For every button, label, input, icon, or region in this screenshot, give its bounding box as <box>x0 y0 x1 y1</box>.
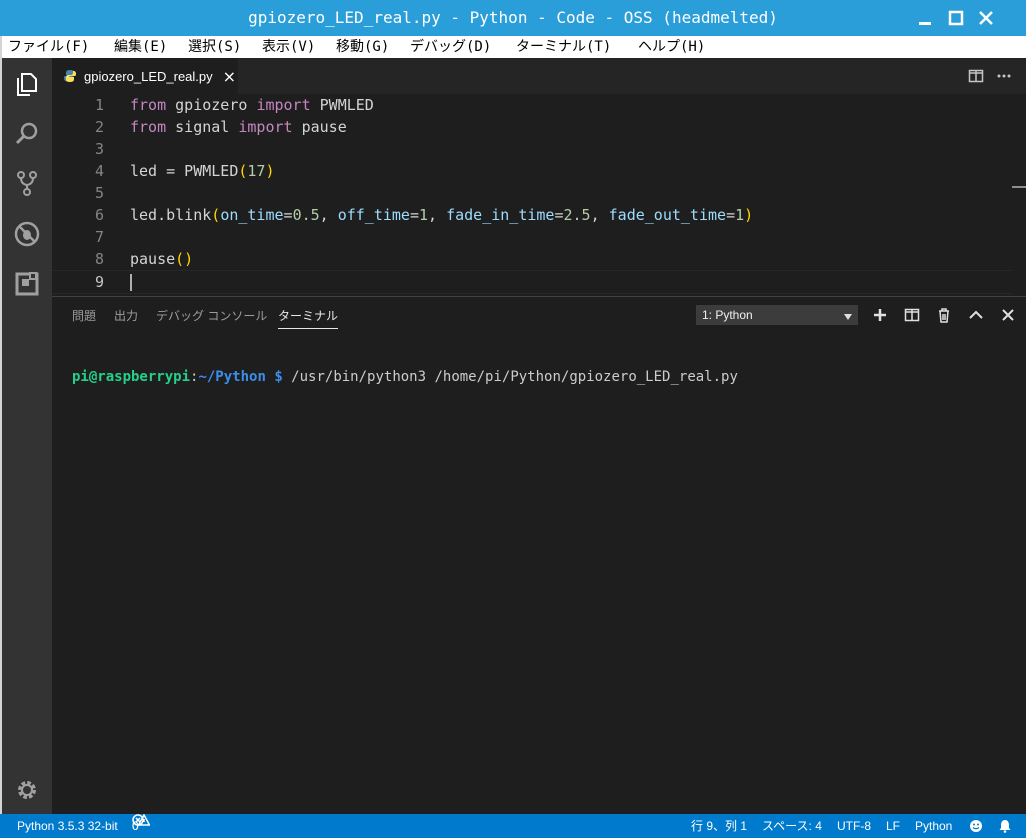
code-line: 2 from signal import pause <box>52 116 1012 138</box>
debug-icon[interactable] <box>2 210 52 258</box>
code-editor[interactable]: 1 from gpiozero import PWMLED 2 from sig… <box>52 94 1026 294</box>
line-number: 4 <box>94 162 104 180</box>
close-panel-icon[interactable] <box>1000 307 1016 323</box>
prompt-dollar: $ <box>265 369 283 385</box>
extensions-icon[interactable] <box>2 260 52 308</box>
tab-label: gpiozero_LED_real.py <box>84 68 213 84</box>
terminal-select[interactable]: 1: Python <box>696 305 858 325</box>
tab-close-icon[interactable]: × <box>223 67 236 86</box>
encoding[interactable]: UTF-8 <box>837 814 871 838</box>
terminal-command: /usr/bin/python3 /home/pi/Python/gpiozer… <box>282 369 738 385</box>
window-title: gpiozero_LED_real.py - Python - Code - O… <box>248 8 778 27</box>
menu-edit[interactable]: 編集(E) <box>114 36 167 58</box>
line-number: 9 <box>94 273 104 291</box>
search-icon[interactable] <box>2 110 52 158</box>
status-bar: Python 3.5.3 32-bit 0 0 行 9、列 1 スペース: 4 … <box>0 814 1026 838</box>
more-actions-icon[interactable] <box>996 68 1012 84</box>
text-cursor <box>130 274 132 291</box>
title-bar: gpiozero_LED_real.py - Python - Code - O… <box>0 0 1026 36</box>
code-line: 8 pause() <box>52 248 1012 270</box>
line-number: 5 <box>94 184 104 202</box>
line-number: 2 <box>94 118 104 136</box>
python-file-icon <box>63 69 77 83</box>
menu-selection[interactable]: 選択(S) <box>188 36 241 58</box>
explorer-icon[interactable] <box>2 60 52 108</box>
tab-output[interactable]: 出力 <box>114 307 138 324</box>
end-of-line[interactable]: LF <box>886 814 900 838</box>
prompt-path: ~/Python <box>198 369 266 385</box>
close-window-icon[interactable] <box>974 6 998 30</box>
menu-file[interactable]: ファイル(F) <box>8 36 89 58</box>
tab-gpiozero-led-real[interactable]: gpiozero_LED_real.py × <box>52 58 238 94</box>
menu-bar: ファイル(F) 編集(E) 選択(S) 表示(V) 移動(G) デバッグ(D) … <box>0 36 1026 58</box>
code-line: 7 <box>52 226 1012 248</box>
tab-debug-console[interactable]: デバッグ コンソール <box>156 307 267 324</box>
line-number: 1 <box>94 96 104 114</box>
code-line: 4 led = PWMLED(17) <box>52 160 1012 182</box>
chevron-down-icon <box>844 310 852 324</box>
tab-problems[interactable]: 問題 <box>72 307 96 324</box>
tab-bar: gpiozero_LED_real.py × <box>52 58 1026 94</box>
chevron-up-icon[interactable] <box>968 307 984 323</box>
code-line: 1 from gpiozero import PWMLED <box>52 94 1012 116</box>
gear-icon[interactable] <box>2 766 52 814</box>
menu-terminal[interactable]: ターミナル(T) <box>516 36 611 58</box>
indentation[interactable]: スペース: 4 <box>762 814 822 838</box>
line-number: 7 <box>94 228 104 246</box>
bell-icon[interactable] <box>998 814 1012 838</box>
warning-count: 0 <box>132 819 139 833</box>
terminal-line: pi@raspberrypi:~/Python $ /usr/bin/pytho… <box>72 369 1012 385</box>
current-line-highlight: 9 <box>52 270 1012 294</box>
code-line: 3 <box>52 138 1012 160</box>
prompt-user: pi@raspberrypi <box>72 369 191 385</box>
line-text: from gpiozero import PWMLED <box>130 96 374 114</box>
new-terminal-icon[interactable] <box>872 307 888 323</box>
trash-icon[interactable] <box>936 307 952 323</box>
split-editor-icon[interactable] <box>968 68 984 84</box>
warning-icon <box>138 814 150 838</box>
cursor-position[interactable]: 行 9、列 1 <box>691 814 747 838</box>
tab-terminal[interactable]: ターミナル <box>278 307 339 329</box>
editor-area: gpiozero_LED_real.py × 1 from gpiozero i… <box>52 58 1026 815</box>
minimize-icon[interactable] <box>913 6 937 30</box>
menu-view[interactable]: 表示(V) <box>262 36 315 58</box>
line-number: 3 <box>94 140 104 158</box>
split-terminal-icon[interactable] <box>904 307 920 323</box>
maximize-icon[interactable] <box>944 6 968 30</box>
menu-help[interactable]: ヘルプ(H) <box>638 36 705 58</box>
smiley-icon[interactable] <box>969 814 983 838</box>
menu-debug[interactable]: デバッグ(D) <box>410 36 491 58</box>
source-control-icon[interactable] <box>2 159 52 207</box>
language-mode[interactable]: Python <box>915 814 952 838</box>
line-text: pause() <box>130 250 194 268</box>
bottom-panel: 問題 出力 デバッグ コンソール ターミナル 1: Python pi@rasp… <box>52 296 1026 815</box>
line-number: 6 <box>94 206 104 224</box>
terminal-output[interactable]: pi@raspberrypi:~/Python $ /usr/bin/pytho… <box>72 337 1012 797</box>
terminal-select-value: 1: Python <box>702 308 753 322</box>
code-line: 5 <box>52 182 1012 204</box>
activity-bar <box>2 58 52 814</box>
line-text: led.blink(on_time=0.5, off_time=1, fade_… <box>130 206 754 224</box>
python-interpreter[interactable]: Python 3.5.3 32-bit <box>17 814 118 838</box>
line-number: 8 <box>94 250 104 268</box>
code-line: 6 led.blink(on_time=0.5, off_time=1, fad… <box>52 204 1012 226</box>
scrollbar-marker <box>1012 186 1026 188</box>
menu-go[interactable]: 移動(G) <box>336 36 389 58</box>
line-text: led = PWMLED(17) <box>130 162 275 180</box>
line-text: from signal import pause <box>130 118 347 136</box>
